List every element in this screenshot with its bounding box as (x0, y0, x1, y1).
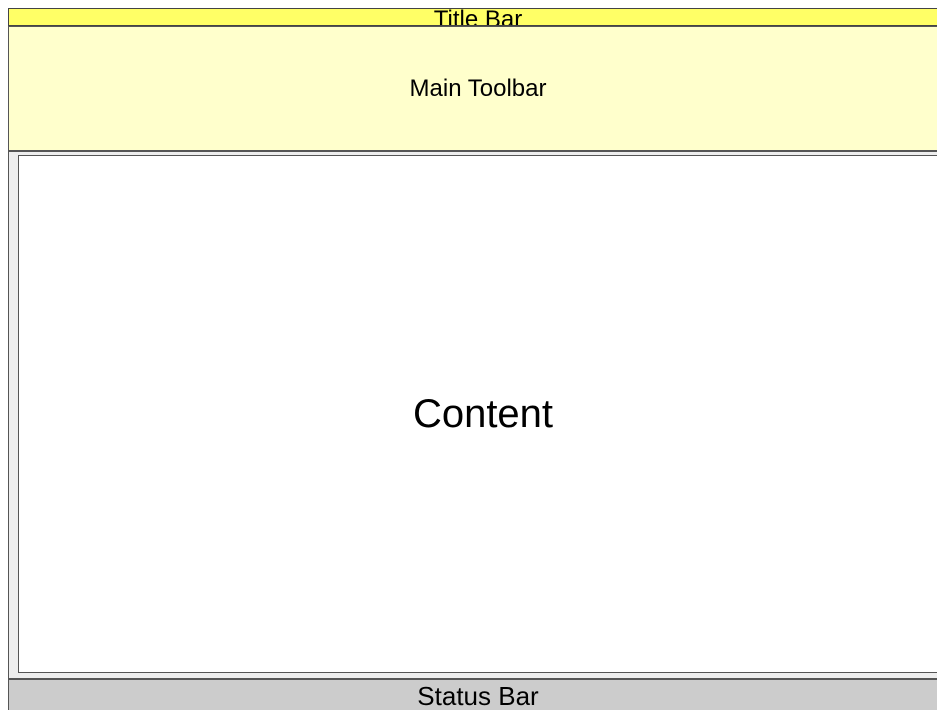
title-bar-label: Title Bar (433, 8, 523, 26)
status-bar-region: Status Bar (8, 679, 937, 710)
main-toolbar-label: Main Toolbar (409, 74, 547, 102)
content-region: Content (18, 155, 937, 673)
status-bar-label: Status Bar (417, 681, 539, 710)
layout-diagram: Title Bar Main Toolbar Content Status Ba… (0, 0, 937, 710)
content-label: Content (412, 391, 554, 436)
title-bar-region: Title Bar (8, 8, 937, 26)
main-toolbar-region: Main Toolbar (8, 26, 937, 151)
